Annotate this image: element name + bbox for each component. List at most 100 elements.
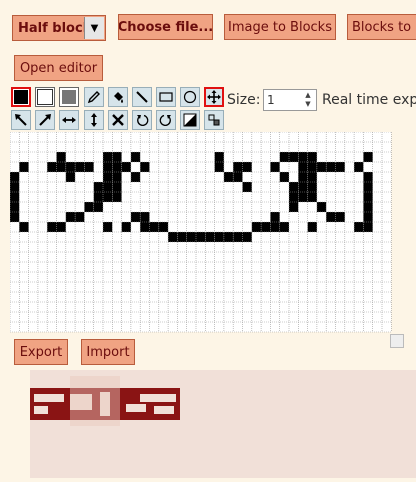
filled-pixel[interactable]: [316, 202, 327, 212]
filled-pixel[interactable]: [158, 222, 169, 232]
filled-pixel[interactable]: [130, 172, 141, 182]
filled-pixel[interactable]: [270, 212, 280, 222]
filled-pixel[interactable]: [19, 222, 29, 232]
spin-up-icon[interactable]: ▲: [301, 91, 315, 100]
filled-pixel[interactable]: [270, 222, 280, 232]
export-button[interactable]: Export: [14, 339, 68, 365]
filled-pixel[interactable]: [214, 232, 224, 242]
filled-pixel[interactable]: [10, 172, 20, 182]
filled-pixel[interactable]: [363, 212, 373, 222]
filled-pixel[interactable]: [93, 182, 103, 192]
filled-pixel[interactable]: [112, 152, 122, 162]
filled-pixel[interactable]: [363, 182, 373, 192]
filled-pixel[interactable]: [56, 162, 66, 172]
filled-pixel[interactable]: [112, 162, 122, 172]
filled-pixel[interactable]: [65, 172, 76, 182]
gray-color-swatch[interactable]: [59, 87, 79, 107]
filled-pixel[interactable]: [214, 162, 224, 172]
filled-pixel[interactable]: [103, 182, 113, 192]
filled-pixel[interactable]: [56, 152, 66, 162]
image-to-blocks-button[interactable]: Image to Blocks: [224, 14, 336, 40]
filled-pixel[interactable]: [10, 192, 20, 202]
mode-select[interactable]: Half block ▼: [12, 15, 106, 41]
spin-down-icon[interactable]: ▼: [301, 100, 315, 109]
filled-pixel[interactable]: [261, 222, 271, 232]
filled-pixel[interactable]: [65, 162, 76, 172]
filled-pixel[interactable]: [223, 172, 234, 182]
filled-pixel[interactable]: [354, 162, 364, 172]
filled-pixel[interactable]: [289, 152, 299, 162]
filled-pixel[interactable]: [214, 152, 224, 162]
rotate-cw-icon[interactable]: [156, 110, 176, 130]
filled-pixel[interactable]: [307, 152, 317, 162]
import-button[interactable]: Import: [81, 339, 135, 365]
size-input[interactable]: 1 ▲ ▼: [263, 89, 317, 111]
filled-pixel[interactable]: [289, 192, 299, 202]
filled-pixel[interactable]: [307, 162, 317, 172]
filled-pixel[interactable]: [65, 212, 76, 222]
pencil-icon[interactable]: [84, 87, 104, 107]
filled-pixel[interactable]: [149, 222, 159, 232]
filled-pixel[interactable]: [242, 182, 252, 192]
filled-pixel[interactable]: [363, 202, 373, 212]
filled-pixel[interactable]: [121, 162, 131, 172]
filled-pixel[interactable]: [326, 162, 336, 172]
blocks-to-image-button[interactable]: Blocks to I: [347, 14, 416, 40]
clear-icon[interactable]: [108, 110, 128, 130]
filled-pixel[interactable]: [10, 182, 20, 192]
rotate-ccw-icon[interactable]: [132, 110, 152, 130]
black-color-swatch[interactable]: [11, 87, 31, 107]
filled-pixel[interactable]: [103, 162, 113, 172]
filled-pixel[interactable]: [298, 182, 308, 192]
filled-pixel[interactable]: [47, 222, 57, 232]
filled-pixel[interactable]: [270, 162, 280, 172]
filled-pixel[interactable]: [289, 182, 299, 192]
filled-pixel[interactable]: [335, 162, 345, 172]
filled-pixel[interactable]: [205, 232, 215, 242]
filled-pixel[interactable]: [316, 162, 327, 172]
filled-pixel[interactable]: [75, 162, 85, 172]
filled-pixel[interactable]: [298, 172, 308, 182]
flip-vertical-icon[interactable]: [84, 110, 104, 130]
choose-file-button[interactable]: Choose file...: [118, 14, 213, 40]
shift-up-right-icon[interactable]: [35, 110, 55, 130]
filled-pixel[interactable]: [84, 162, 94, 172]
filled-pixel[interactable]: [298, 152, 308, 162]
filled-pixel[interactable]: [251, 222, 262, 232]
filled-pixel[interactable]: [335, 212, 345, 222]
white-color-swatch[interactable]: [35, 87, 55, 107]
filled-pixel[interactable]: [298, 162, 308, 172]
rectangle-icon[interactable]: [156, 87, 176, 107]
filled-pixel[interactable]: [307, 172, 317, 182]
shift-up-left-icon[interactable]: [11, 110, 31, 130]
filled-pixel[interactable]: [103, 222, 113, 232]
filled-pixel[interactable]: [233, 162, 243, 172]
canvas-resize-handle[interactable]: [390, 334, 404, 348]
filled-pixel[interactable]: [140, 212, 150, 222]
move-icon[interactable]: [204, 87, 224, 107]
filled-pixel[interactable]: [103, 152, 113, 162]
filled-pixel[interactable]: [47, 162, 57, 172]
filled-pixel[interactable]: [363, 222, 373, 232]
filled-pixel[interactable]: [121, 222, 131, 232]
filled-pixel[interactable]: [103, 192, 113, 202]
filled-pixel[interactable]: [307, 192, 317, 202]
filled-pixel[interactable]: [112, 182, 122, 192]
filled-pixel[interactable]: [298, 192, 308, 202]
filled-pixel[interactable]: [56, 222, 66, 232]
filled-pixel[interactable]: [233, 172, 243, 182]
filled-pixel[interactable]: [279, 222, 289, 232]
crop-icon[interactable]: [204, 110, 224, 130]
filled-pixel[interactable]: [140, 222, 150, 232]
line-icon[interactable]: [132, 87, 152, 107]
filled-pixel[interactable]: [10, 212, 20, 222]
filled-pixel[interactable]: [354, 222, 364, 232]
filled-pixel[interactable]: [326, 212, 336, 222]
filled-pixel[interactable]: [140, 162, 150, 172]
circle-icon[interactable]: [180, 87, 200, 107]
filled-pixel[interactable]: [307, 182, 317, 192]
filled-pixel[interactable]: [279, 152, 289, 162]
chevron-down-icon[interactable]: ▼: [84, 17, 104, 39]
filled-pixel[interactable]: [186, 232, 196, 242]
size-stepper[interactable]: ▲ ▼: [301, 91, 315, 109]
